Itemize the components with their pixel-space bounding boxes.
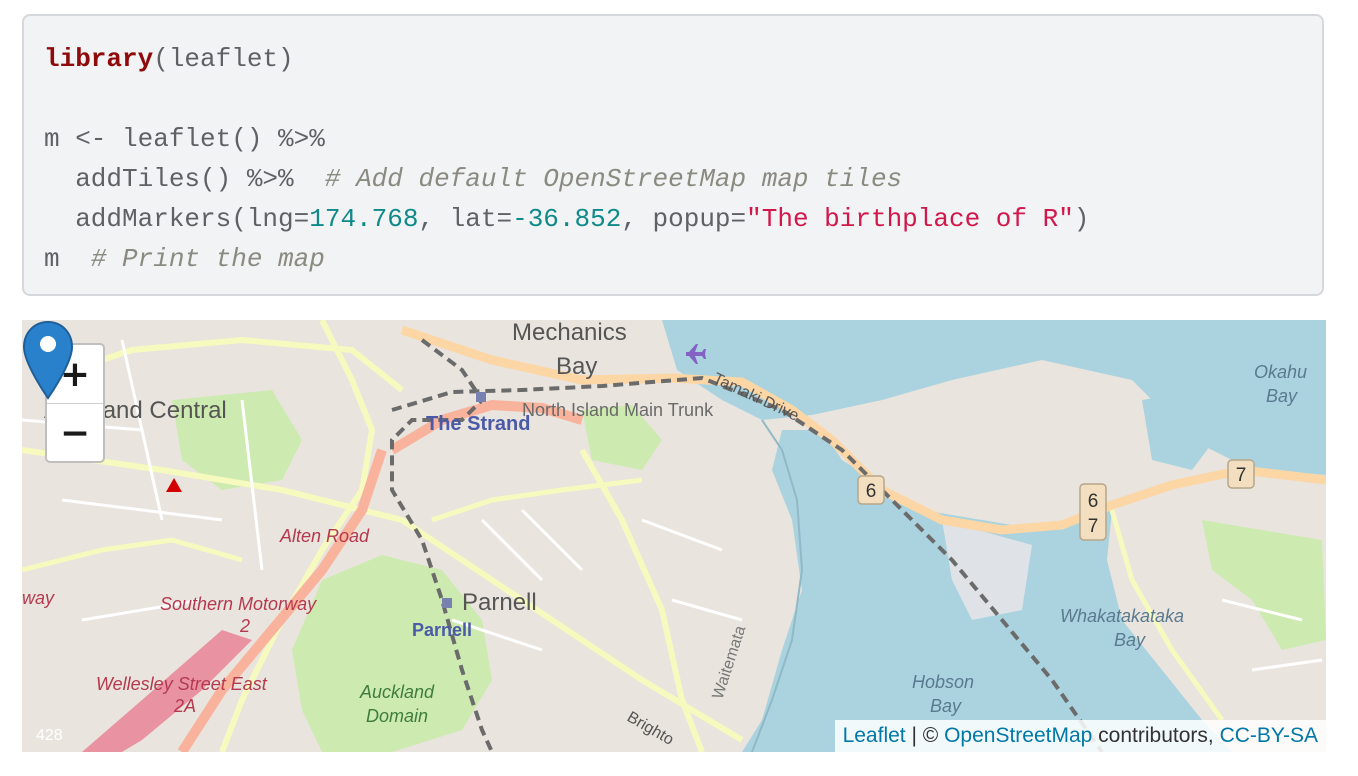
map-tiles[interactable]: 6 6 7 7 Mechanics Bay Auckland Central T…: [22, 320, 1326, 752]
license-link[interactable]: CC-BY-SA: [1220, 724, 1318, 748]
leaflet-link[interactable]: Leaflet: [843, 724, 906, 748]
label-the-strand: The Strand: [426, 413, 530, 435]
code-block: library(leaflet) m <- leaflet() %>% addT…: [22, 14, 1324, 296]
code-comment: # Add default OpenStreetMap map tiles: [324, 164, 903, 194]
label-whakatakataka-bay: Bay: [1114, 630, 1146, 650]
code-text: m <- leaflet() %>%: [44, 124, 325, 154]
code-keyword: library: [44, 44, 154, 74]
code-number: -36.852: [512, 204, 622, 234]
label-motorway-2: 2: [239, 616, 250, 636]
code-line-5: m # Print the map: [44, 244, 325, 274]
svg-text:7: 7: [1236, 465, 1247, 486]
code-text: , popup=: [621, 204, 747, 234]
label-hobson-bay: Bay: [930, 696, 962, 716]
openstreetmap-link[interactable]: OpenStreetMap: [944, 724, 1092, 748]
label-okahu-bay: Bay: [1266, 386, 1298, 406]
code-text: addTiles() %>%: [44, 164, 325, 194]
zoom-out-button[interactable]: −: [47, 403, 103, 461]
code-line-1: library(leaflet): [44, 44, 294, 74]
code-text: (leaflet): [153, 44, 294, 74]
map-marker-icon[interactable]: [22, 320, 74, 400]
code-text: addMarkers(lng=: [44, 204, 310, 234]
label-okahu: Okahu: [1254, 362, 1307, 382]
label-southern-motorway: Southern Motorway: [160, 594, 317, 614]
label-auckland-domain-2: Domain: [366, 706, 428, 726]
attribution-separator: | ©: [905, 724, 945, 747]
label-address: 428: [36, 727, 63, 744]
code-string: "The birthplace of R": [746, 204, 1074, 234]
label-north-island-main-trunk: North Island Main Trunk: [522, 400, 714, 420]
label-alten-road: Alten Road: [279, 526, 370, 546]
attribution-contributors: contributors,: [1092, 724, 1220, 747]
svg-text:6: 6: [1088, 491, 1099, 512]
label-wellesley-2a: 2A: [173, 696, 196, 716]
label-hobson: Hobson: [912, 672, 974, 692]
label-parnell-station: Parnell: [412, 620, 472, 640]
code-line-3: addTiles() %>% # Add default OpenStreetM…: [44, 164, 902, 194]
code-text: m: [44, 244, 91, 274]
station-icon: [476, 392, 486, 402]
map-attribution: Leaflet | © OpenStreetMap contributors, …: [834, 720, 1326, 752]
code-number: 174.768: [309, 204, 419, 234]
label-whakatakataka: Whakatakataka: [1060, 606, 1184, 626]
route-shield-6-7: 6 7: [1079, 483, 1107, 541]
label-auckland-domain-1: Auckland: [359, 682, 435, 702]
code-text: ): [1073, 204, 1090, 234]
label-way: way: [22, 588, 55, 608]
label-mechanics-bay: Bay: [556, 353, 597, 380]
route-shield-7: 7: [1227, 459, 1255, 489]
svg-text:6: 6: [866, 481, 877, 502]
code-line-2: m <- leaflet() %>%: [44, 124, 325, 154]
label-wellesley-street-east: Wellesley Street East: [96, 674, 268, 694]
label-mechanics: Mechanics: [512, 320, 627, 346]
leaflet-map[interactable]: 6 6 7 7 Mechanics Bay Auckland Central T…: [22, 320, 1326, 752]
label-parnell: Parnell: [462, 589, 537, 616]
code-line-4: addMarkers(lng=174.768, lat=-36.852, pop…: [44, 204, 1089, 234]
code-text: , lat=: [418, 204, 513, 234]
station-icon: [442, 598, 452, 608]
route-shield-6: 6: [857, 475, 885, 505]
code-comment: # Print the map: [90, 244, 325, 274]
svg-text:7: 7: [1088, 516, 1099, 537]
